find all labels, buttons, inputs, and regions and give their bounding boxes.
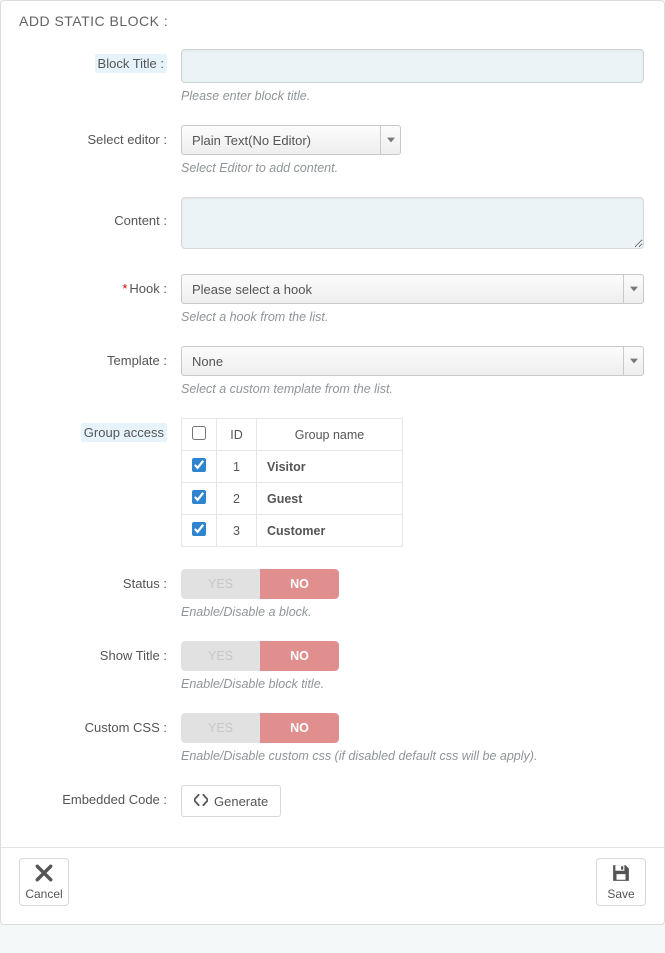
select-editor-wrap: Plain Text(No Editor) — [181, 125, 401, 155]
label-embedded-code: Embedded Code : — [21, 785, 181, 807]
status-yes[interactable]: YES — [181, 569, 260, 599]
hook-select-wrap: Please select a hook — [181, 274, 644, 304]
group-checkbox[interactable] — [192, 458, 206, 472]
row-custom-css: Custom CSS : YES NO Enable/Disable custo… — [21, 713, 644, 763]
group-access-header-checkbox — [182, 419, 217, 451]
row-show-title: Show Title : YES NO Enable/Disable block… — [21, 641, 644, 691]
status-no[interactable]: NO — [260, 569, 339, 599]
show-title-toggle[interactable]: YES NO — [181, 641, 339, 671]
add-static-block-panel: ADD STATIC BLOCK : Block Title : Please … — [0, 0, 665, 925]
panel-title: ADD STATIC BLOCK : — [1, 1, 664, 39]
label-show-title: Show Title : — [21, 641, 181, 663]
table-row: 2 Guest — [182, 483, 403, 515]
row-status: Status : YES NO Enable/Disable a block. — [21, 569, 644, 619]
block-title-input[interactable] — [181, 49, 644, 83]
help-block-title: Please enter block title. — [181, 89, 644, 103]
show-title-no[interactable]: NO — [260, 641, 339, 671]
label-content: Content : — [21, 197, 181, 228]
close-icon — [35, 864, 53, 885]
custom-css-no[interactable]: NO — [260, 713, 339, 743]
content-textarea[interactable] — [181, 197, 644, 249]
label-hook: *Hook : — [21, 274, 181, 296]
label-template: Template : — [21, 346, 181, 368]
hook-select[interactable]: Please select a hook — [182, 275, 643, 303]
row-hook: *Hook : Please select a hook Select a ho… — [21, 274, 644, 324]
generate-button[interactable]: Generate — [181, 785, 281, 817]
code-icon — [194, 794, 208, 809]
group-access-header-id: ID — [217, 419, 257, 451]
custom-css-toggle[interactable]: YES NO — [181, 713, 339, 743]
cancel-button[interactable]: Cancel — [19, 858, 69, 906]
row-content: Content : — [21, 197, 644, 252]
group-checkbox[interactable] — [192, 490, 206, 504]
group-access-header-name: Group name — [257, 419, 403, 451]
help-show-title: Enable/Disable block title. — [181, 677, 644, 691]
help-template: Select a custom template from the list. — [181, 382, 644, 396]
group-access-checkall[interactable] — [192, 426, 206, 440]
row-embedded-code: Embedded Code : Generate — [21, 785, 644, 817]
help-hook: Select a hook from the list. — [181, 310, 644, 324]
group-access-table: ID Group name 1 Visitor 2 — [181, 418, 403, 547]
template-select-wrap: None — [181, 346, 644, 376]
table-row: 3 Customer — [182, 515, 403, 547]
status-toggle[interactable]: YES NO — [181, 569, 339, 599]
table-row: 1 Visitor — [182, 451, 403, 483]
row-template: Template : None Select a custom template… — [21, 346, 644, 396]
panel-body: Block Title : Please enter block title. … — [1, 39, 664, 847]
required-asterisk: * — [122, 281, 127, 296]
label-group-access: Group access — [21, 418, 181, 440]
row-select-editor: Select editor : Plain Text(No Editor) Se… — [21, 125, 644, 175]
save-icon — [612, 864, 630, 885]
group-checkbox[interactable] — [192, 522, 206, 536]
select-editor[interactable]: Plain Text(No Editor) — [182, 126, 400, 154]
panel-footer: Cancel Save — [1, 847, 664, 924]
save-button[interactable]: Save — [596, 858, 646, 906]
help-custom-css: Enable/Disable custom css (if disabled d… — [181, 749, 644, 763]
help-select-editor: Select Editor to add content. — [181, 161, 644, 175]
row-group-access: Group access ID Group name — [21, 418, 644, 547]
help-status: Enable/Disable a block. — [181, 605, 644, 619]
show-title-yes[interactable]: YES — [181, 641, 260, 671]
row-block-title: Block Title : Please enter block title. — [21, 49, 644, 103]
label-block-title: Block Title : — [21, 49, 181, 71]
custom-css-yes[interactable]: YES — [181, 713, 260, 743]
label-custom-css: Custom CSS : — [21, 713, 181, 735]
template-select[interactable]: None — [182, 347, 643, 375]
label-status: Status : — [21, 569, 181, 591]
label-select-editor: Select editor : — [21, 125, 181, 147]
